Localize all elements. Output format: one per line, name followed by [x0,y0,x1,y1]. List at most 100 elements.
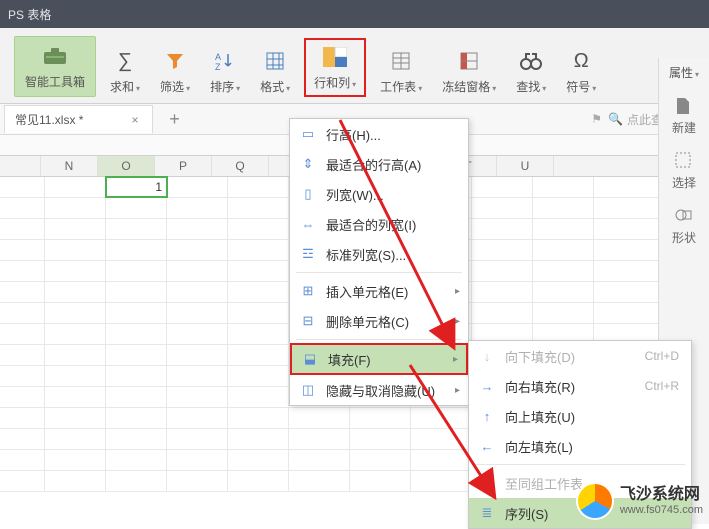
submenu-fill-down-label: 向下填充(D) [505,347,575,366]
title-bar: PS 表格 [0,0,709,28]
fill-down-icon: ↓ [477,346,497,366]
col-header[interactable]: P [155,156,212,176]
funnel-icon [162,48,188,74]
fill-icon: ⬓ [300,349,320,369]
watermark-url: www.fs0745.com [620,504,703,517]
menu-col-width-label: 列宽(W)... [326,185,384,204]
fill-left-icon: ← [477,436,497,456]
smart-toolbox-button[interactable]: 智能工具箱 [14,36,96,97]
find-button[interactable]: 查找▾ [510,46,552,97]
submenu-fill-up[interactable]: ↑ 向上填充(U) [469,401,691,431]
menu-autofit-col-label: 最适合的列宽(I) [326,215,416,234]
new-tab-button[interactable]: + [161,106,187,132]
submenu-fill-up-label: 向上填充(U) [505,407,575,426]
shape-icon [675,207,693,225]
omega-icon: Ω [568,48,594,74]
freeze-icon [456,48,482,74]
sort-icon: AZ [212,48,238,74]
sum-button[interactable]: ∑ 求和▾ [104,46,146,97]
menu-separator [475,464,685,465]
insert-cells-icon: ⊞ [298,281,318,301]
tab-file-label: 常见11.xlsx * [15,111,83,128]
blank-icon [477,473,497,493]
row-height-icon: ▭ [298,124,318,144]
menu-hide-unhide-label: 隐藏与取消隐藏(U) [326,381,435,400]
menu-autofit-col[interactable]: ⇔ 最适合的列宽(I) [290,209,468,239]
document-tab[interactable]: 常见11.xlsx * × [4,105,153,133]
svg-text:A: A [215,52,221,62]
menu-hide-unhide[interactable]: ◫ 隐藏与取消隐藏(U) ▸ [290,375,468,405]
sidebar-shape-button[interactable]: 形状 [665,207,703,246]
submenu-fill-right[interactable]: → 向右填充(R) Ctrl+R [469,371,691,401]
watermark-name: 飞沙系统网 [620,485,703,504]
menu-separator [296,339,462,340]
cell-value: 1 [155,180,162,194]
submenu-series-label: 序列(S) [505,504,548,523]
menu-delete-cells[interactable]: ⊟ 删除单元格(C) ▸ [290,306,468,336]
search-icon: 🔍 [608,112,623,126]
menu-row-height-label: 行高(H)... [326,125,381,144]
smart-toolbox-label: 智能工具箱 [25,73,85,90]
symbol-button[interactable]: Ω 符号▾ [560,46,602,97]
worksheet-label: 工作表 [380,80,416,94]
format-button[interactable]: 格式▾ [254,46,296,97]
submenu-arrow-icon: ▸ [455,316,460,327]
sort-button[interactable]: AZ 排序▾ [204,46,246,97]
hide-icon: ◫ [298,380,318,400]
menu-fill[interactable]: ⬓ 填充(F) ▸ [290,343,468,375]
sum-label: 求和 [110,80,134,94]
rowcol-dropdown-menu: ▭ 行高(H)... ⇕ 最适合的行高(A) ▯ 列宽(W)... ⇔ 最适合的… [289,118,469,406]
toolbox-icon [42,43,68,69]
sidebar-select-label: 选择 [672,174,696,191]
sigma-icon: ∑ [112,48,138,74]
row-column-button[interactable]: 行和列▾ [304,38,366,97]
delete-cells-icon: ⊟ [298,311,318,331]
grid-icon [262,48,288,74]
rowcol-icon [322,44,348,70]
tab-close-button[interactable]: × [131,113,138,127]
menu-row-height[interactable]: ▭ 行高(H)... [290,119,468,149]
menu-insert-cells[interactable]: ⊞ 插入单元格(E) ▸ [290,276,468,306]
find-label: 查找 [516,80,540,94]
submenu-fill-left-label: 向左填充(L) [505,437,573,456]
menu-autofit-row[interactable]: ⇕ 最适合的行高(A) [290,149,468,179]
sidebar-shape-label: 形状 [672,229,696,246]
worksheet-icon [388,48,414,74]
fill-right-icon: → [477,376,497,396]
menu-separator [296,272,462,273]
menu-col-width[interactable]: ▯ 列宽(W)... [290,179,468,209]
select-icon [675,152,693,170]
menu-insert-cells-label: 插入单元格(E) [326,282,408,301]
freeze-panes-button[interactable]: 冻结窗格▾ [436,46,502,97]
selected-cell[interactable]: 1 [106,177,167,197]
menu-autofit-row-label: 最适合的行高(A) [326,155,421,174]
series-icon: ≣ [477,503,497,523]
filter-button[interactable]: 筛选▾ [154,46,196,97]
svg-text:Z: Z [215,62,221,71]
submenu-arrow-icon: ▸ [455,286,460,297]
menu-fill-label: 填充(F) [328,350,371,369]
sidebar-select-button[interactable]: 选择 [665,152,703,191]
submenu-fill-left[interactable]: ← 向左填充(L) [469,431,691,461]
product-name: PS 表格 [8,6,51,23]
sidebar-new-label: 新建 [672,119,696,136]
col-header[interactable]: N [41,156,98,176]
symbol-label: 符号 [566,80,590,94]
std-col-icon: ☲ [298,244,318,264]
watermark: 飞沙系统网 www.fs0745.com [578,484,703,518]
freeze-label: 冻结窗格 [442,80,490,94]
sidebar-new-button[interactable]: 新建 [665,97,703,136]
menu-std-col-width-label: 标准列宽(S)... [326,245,406,264]
binoculars-icon [518,48,544,74]
submenu-fill-down-shortcut: Ctrl+D [645,349,679,363]
menu-std-col-width[interactable]: ☲ 标准列宽(S)... [290,239,468,269]
col-header[interactable]: Q [212,156,269,176]
ribbon: 智能工具箱 ∑ 求和▾ 筛选▾ AZ 排序▾ 格式▾ 行和列▾ 工作表▾ [0,28,709,104]
col-header[interactable]: O [98,156,155,176]
menu-delete-cells-label: 删除单元格(C) [326,312,409,331]
worksheet-button[interactable]: 工作表▾ [374,46,428,97]
col-header[interactable]: U [497,156,554,176]
submenu-arrow-icon: ▸ [453,354,458,365]
page-icon [675,97,693,115]
autofit-row-icon: ⇕ [298,154,318,174]
